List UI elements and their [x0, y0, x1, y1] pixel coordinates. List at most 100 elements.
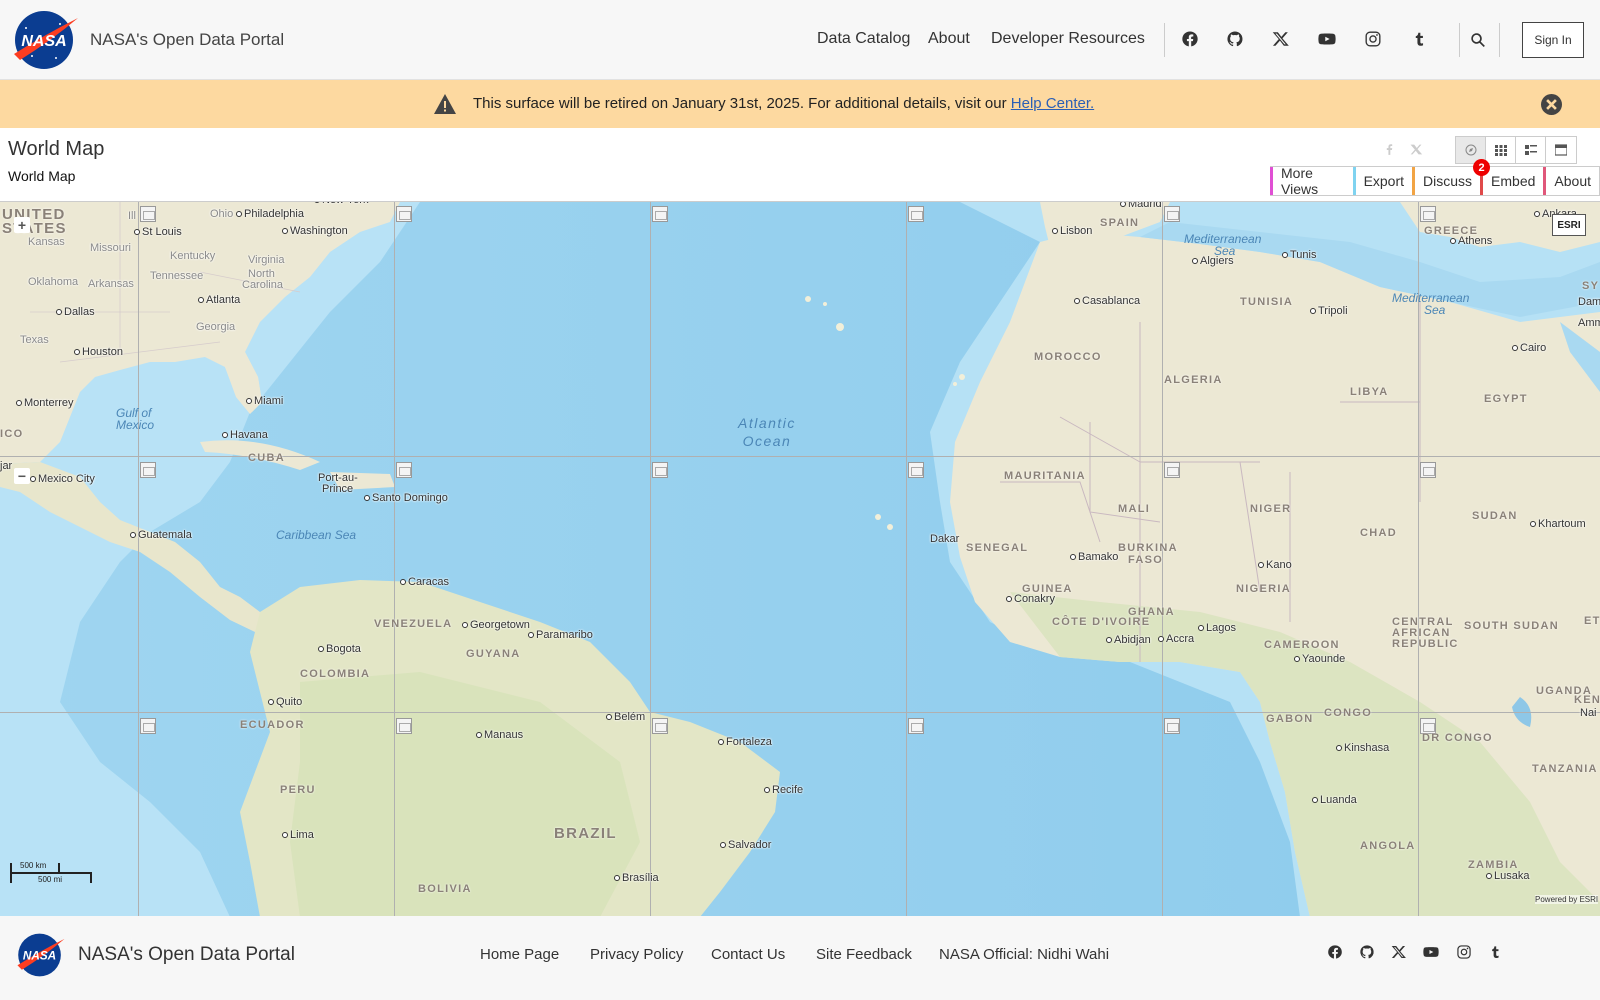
broken-image-icon: [652, 462, 668, 478]
map-label: Recife: [764, 784, 803, 796]
zoom-out-button[interactable]: −: [14, 468, 30, 484]
close-banner-button[interactable]: [1541, 94, 1562, 115]
view-grid-button[interactable]: [1486, 137, 1516, 163]
map-label: jar: [0, 460, 13, 472]
tumblr-icon[interactable]: [1485, 942, 1505, 962]
map-label: Miami: [246, 395, 283, 407]
youtube-icon[interactable]: [1421, 942, 1441, 962]
map-label: Carolina: [242, 279, 283, 291]
divider: [1164, 23, 1165, 57]
map-label: BOLIVIA: [418, 883, 472, 895]
facebook-icon[interactable]: [1180, 29, 1200, 49]
broken-image-icon: [1164, 718, 1180, 734]
map-label: LIBYA: [1350, 386, 1389, 398]
footer-link-feedback[interactable]: Site Feedback: [816, 946, 912, 963]
tile-seam: [394, 202, 395, 916]
zoom-in-button[interactable]: +: [14, 217, 30, 233]
map-label: CONGO: [1324, 707, 1373, 719]
map-label: MALI: [1118, 503, 1151, 515]
tab-discuss[interactable]: Discuss: [1412, 167, 1481, 195]
x-icon[interactable]: [1271, 29, 1291, 49]
map-label: Santo Domingo: [364, 492, 448, 504]
footer-link-home[interactable]: Home Page: [480, 946, 559, 963]
footer-link-contact[interactable]: Contact Us: [711, 946, 785, 963]
site-title[interactable]: NASA's Open Data Portal: [90, 30, 284, 50]
map-label: CÔTE D'IVOIRE: [1052, 616, 1151, 628]
map-label: CUBA: [248, 452, 285, 464]
nav-developer-resources[interactable]: Developer Resources: [991, 30, 1145, 48]
tile-seam: [1418, 202, 1419, 916]
map-label: PERU: [280, 784, 316, 796]
tab-more-views[interactable]: More Views: [1270, 165, 1353, 197]
world-map[interactable]: UNITED STATES Kansas Missouri Ohio Ill Kentuck…: [0, 201, 1600, 916]
map-label: Dam: [1578, 296, 1600, 308]
broken-image-icon: [140, 462, 156, 478]
footer-link-nasa-official[interactable]: NASA Official: Nidhi Wahi: [939, 946, 1109, 963]
github-icon[interactable]: [1357, 942, 1377, 962]
broken-image-icon: [396, 462, 412, 478]
list-icon: [1524, 145, 1537, 155]
map-label: Havana: [222, 429, 268, 441]
x-icon[interactable]: [1389, 942, 1409, 962]
map-label: Casablanca: [1074, 295, 1140, 307]
powered-by-esri[interactable]: Powered by ESRI: [1535, 895, 1599, 904]
map-label: Sea: [1424, 303, 1446, 317]
compass-icon: [1465, 144, 1476, 156]
map-label: Kinshasa: [1336, 742, 1389, 754]
map-label: MAURITANIA: [1004, 470, 1086, 482]
instagram-icon[interactable]: [1363, 29, 1383, 49]
map-label: Atlanta: [198, 294, 240, 306]
broken-image-icon: [1164, 206, 1180, 222]
map-label: Kano: [1258, 559, 1292, 571]
map-label: VENEZUELA: [374, 618, 453, 630]
footer-site-title[interactable]: NASA's Open Data Portal: [78, 944, 295, 966]
map-label: Houston: [74, 346, 123, 358]
tumblr-icon[interactable]: [1409, 29, 1429, 49]
map-label: Paramaribo: [528, 629, 593, 641]
map-label: Sea: [1214, 244, 1236, 258]
map-label: Abidjan: [1106, 634, 1151, 646]
broken-image-icon: [908, 462, 924, 478]
site-header: NASA NASA's Open Data Portal Data Catalo…: [0, 0, 1600, 80]
map-label: TUNISIA: [1240, 296, 1294, 308]
share-facebook-icon[interactable]: [1380, 140, 1398, 158]
divider: [1459, 23, 1460, 57]
nav-about[interactable]: About: [928, 30, 970, 48]
ocean-label: Atlantic Ocean: [738, 414, 796, 450]
github-icon[interactable]: [1225, 29, 1245, 49]
map-label: DR CONGO: [1422, 732, 1493, 744]
search-icon[interactable]: [1468, 30, 1488, 50]
map-label: Dallas: [56, 306, 95, 318]
retirement-banner: This surface will be retired on January …: [0, 80, 1600, 128]
scale-mi-label: 500 mi: [38, 875, 63, 884]
footer-link-privacy[interactable]: Privacy Policy: [590, 946, 683, 963]
share-x-icon[interactable]: [1407, 140, 1425, 158]
view-page-button[interactable]: [1546, 137, 1576, 163]
map-label: Manaus: [476, 729, 523, 741]
map-label: Conakry: [1006, 593, 1055, 605]
instagram-icon[interactable]: [1454, 942, 1474, 962]
map-label: Philadelphia: [236, 208, 304, 220]
nav-data-catalog[interactable]: Data Catalog: [817, 30, 910, 48]
map-label: ICO: [0, 428, 24, 440]
tile-seam: [138, 202, 139, 916]
help-center-link[interactable]: Help Center.: [1011, 95, 1094, 112]
view-list-button[interactable]: [1516, 137, 1546, 163]
tab-export[interactable]: Export: [1352, 167, 1413, 195]
youtube-icon[interactable]: [1317, 29, 1337, 49]
map-label: Kansas: [28, 236, 65, 248]
tab-embed[interactable]: 2 Embed: [1473, 159, 1544, 195]
nasa-logo[interactable]: NASA: [12, 10, 80, 70]
map-label: ETI: [1584, 615, 1600, 627]
facebook-icon[interactable]: [1325, 942, 1345, 962]
tab-embed-label: Embed: [1491, 173, 1536, 189]
map-label: REPUBLIC: [1392, 638, 1459, 650]
sign-in-button[interactable]: Sign In: [1522, 22, 1584, 58]
map-label: COLOMBIA: [300, 668, 371, 680]
scale-bar: 500 km 500 mi: [10, 861, 92, 884]
esri-basemap-toggle[interactable]: ESRI: [1552, 214, 1586, 236]
nasa-logo[interactable]: NASA: [16, 932, 66, 978]
broken-image-icon: [1164, 462, 1180, 478]
tab-about[interactable]: About: [1543, 167, 1599, 195]
map-label: Mexico: [116, 418, 155, 432]
